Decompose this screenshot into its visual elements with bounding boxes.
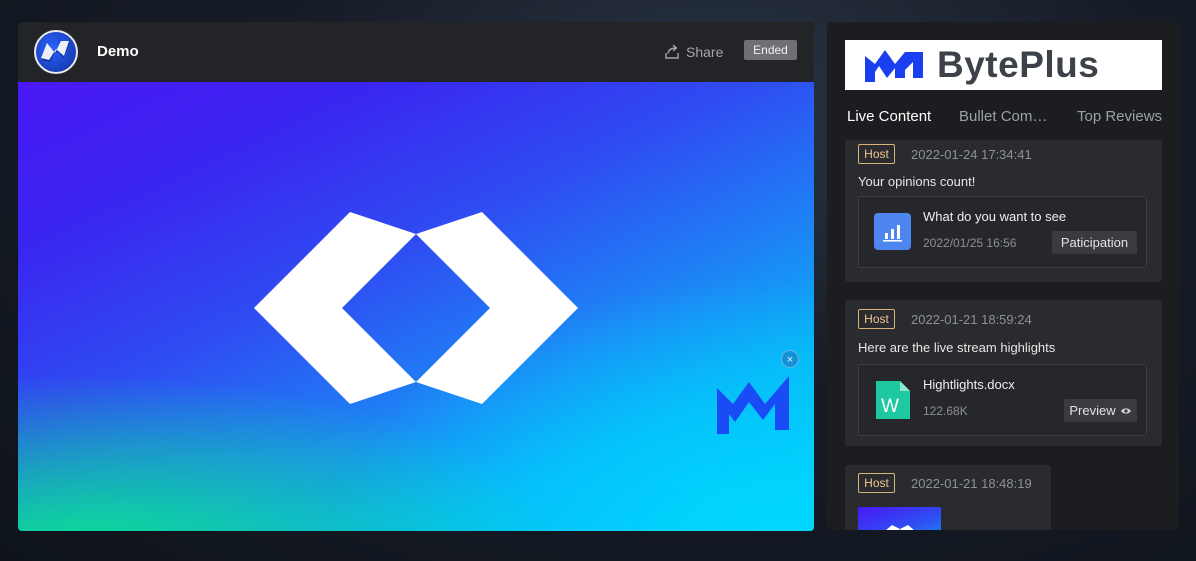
word-doc-icon: W <box>876 381 910 419</box>
tab-top-reviews[interactable]: Top Reviews <box>1077 108 1162 125</box>
stream-thumbnail[interactable] <box>858 507 941 530</box>
player-header: Demo Share Ended <box>18 22 814 82</box>
video-frame[interactable]: × <box>18 82 814 531</box>
channel-name: Demo <box>97 43 139 60</box>
poll-icon <box>874 213 911 250</box>
post-time: 2022-01-24 17:34:41 <box>911 147 1032 162</box>
host-tag: Host <box>858 144 895 164</box>
share-button[interactable]: Share <box>664 42 723 62</box>
channel-avatar[interactable] <box>34 30 78 74</box>
tab-live-content[interactable]: Live Content <box>847 108 931 125</box>
preview-button[interactable]: Preview <box>1064 399 1137 422</box>
post-time: 2022-01-21 18:48:19 <box>911 476 1032 491</box>
post-time: 2022-01-21 18:59:24 <box>911 312 1032 327</box>
poll-title: What do you want to see <box>923 209 1067 224</box>
list-item: Host 2022-01-21 18:59:24 Here are the li… <box>845 300 1162 446</box>
byteplus-logo-icon <box>865 50 923 82</box>
tab-bar: Live Content Bullet Com… Top Reviews <box>827 104 1179 128</box>
watermark-logo-icon <box>717 376 789 434</box>
status-badge: Ended <box>744 40 797 60</box>
watermark-close-icon[interactable]: × <box>781 350 799 368</box>
participation-button[interactable]: Paticipation <box>1052 231 1137 254</box>
share-icon <box>665 44 679 59</box>
brand-logo-icon <box>41 41 70 62</box>
live-content-feed[interactable]: Host 2022-01-24 17:34:41 Your opinions c… <box>827 140 1179 530</box>
file-name: Hightlights.docx <box>923 377 1015 392</box>
poll-attachment[interactable]: What do you want to see 2022/01/25 16:56… <box>858 196 1147 268</box>
poll-date: 2022/01/25 16:56 <box>923 236 1017 250</box>
file-attachment[interactable]: W Hightlights.docx 122.68K Preview <box>858 364 1147 436</box>
share-label: Share <box>686 44 724 60</box>
participation-label: Paticipation <box>1060 235 1129 250</box>
diamond-logo-icon <box>254 212 578 404</box>
list-item: Host 2022-01-24 17:34:41 Your opinions c… <box>845 140 1162 282</box>
svg-text:W: W <box>881 396 899 417</box>
host-tag: Host <box>858 473 895 493</box>
brand-name: BytePlus <box>937 44 1100 85</box>
post-text: Your opinions count! <box>858 174 976 189</box>
side-panel: BytePlus Live Content Bullet Com… Top Re… <box>827 22 1179 530</box>
tab-bullet-comments[interactable]: Bullet Com… <box>959 108 1047 125</box>
host-tag: Host <box>858 309 895 329</box>
file-size: 122.68K <box>923 404 968 418</box>
eye-icon <box>1120 407 1131 414</box>
list-item: Host 2022-01-21 18:48:19 <box>845 465 1051 530</box>
brand-banner: BytePlus <box>845 40 1162 90</box>
preview-label: Preview <box>1069 403 1116 418</box>
video-player: Demo Share Ended × <box>18 22 814 531</box>
post-text: Here are the live stream highlights <box>858 340 1056 355</box>
